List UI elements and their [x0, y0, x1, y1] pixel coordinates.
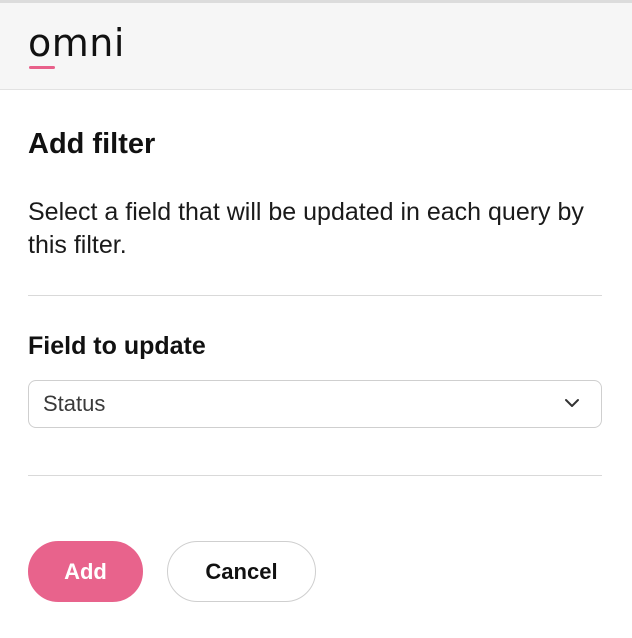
add-button[interactable]: Add	[28, 541, 143, 602]
logo-accent-underline	[29, 66, 55, 69]
select-value: Status	[43, 391, 106, 416]
section-divider	[28, 475, 602, 476]
dialog-description: Select a field that will be updated in e…	[28, 198, 584, 259]
field-to-update-select[interactable]: Status	[28, 380, 602, 428]
chevron-down-icon	[565, 399, 579, 407]
app-header: omni	[0, 3, 632, 90]
omni-logo: omni	[28, 21, 148, 73]
section-divider	[28, 295, 602, 296]
cancel-button[interactable]: Cancel	[167, 541, 316, 602]
dialog-title: Add filter	[28, 128, 156, 160]
logo-text: omni	[28, 21, 125, 65]
field-to-update-label: Field to update	[28, 332, 206, 360]
